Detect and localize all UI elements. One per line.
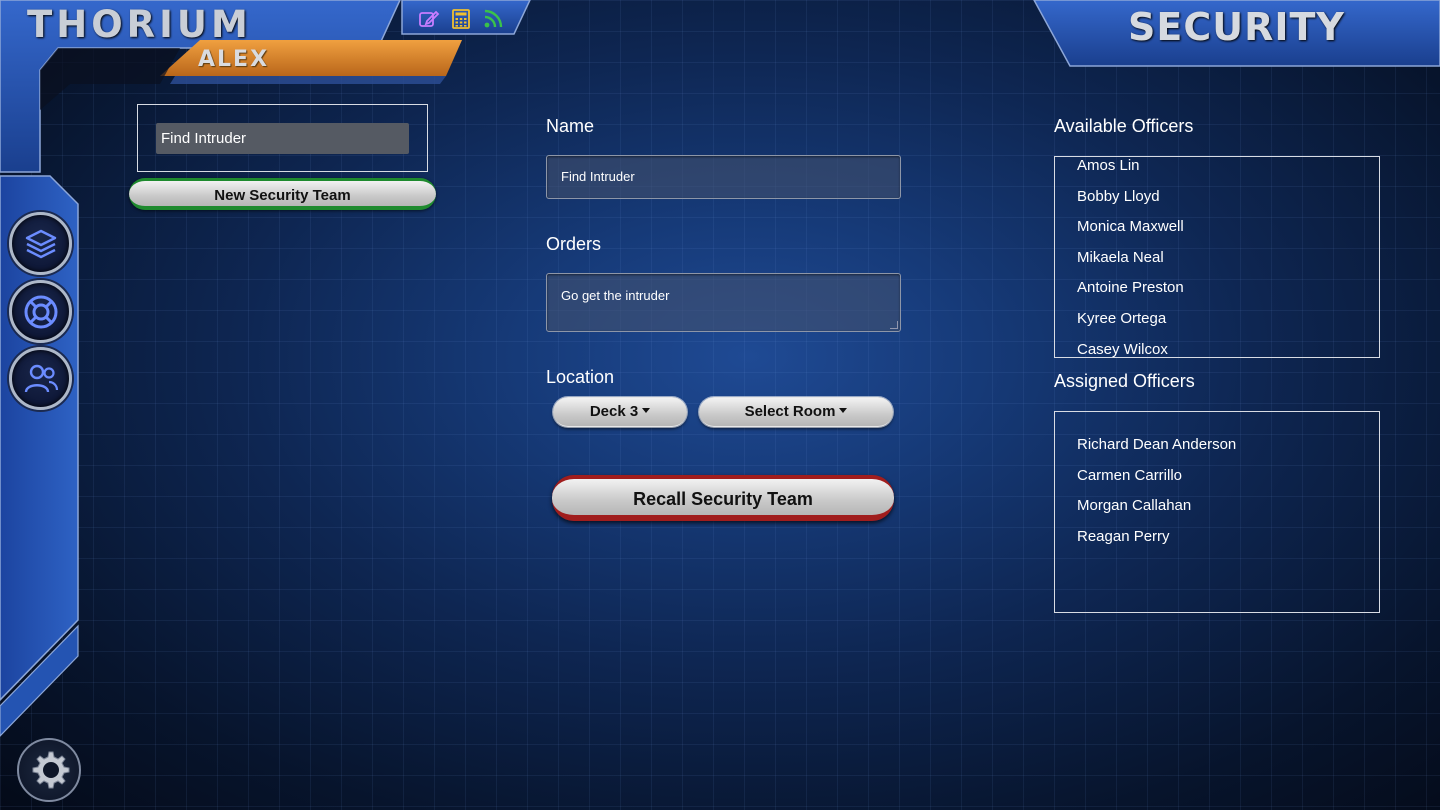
room-select-value: Select Room bbox=[744, 403, 836, 420]
assigned-officers-list[interactable]: Richard Dean Anderson Carmen Carrillo Mo… bbox=[1054, 411, 1380, 613]
officer-item[interactable]: Kyree Ortega bbox=[1077, 304, 1379, 335]
calculator-icon[interactable] bbox=[450, 8, 472, 30]
user-name: ALEX bbox=[198, 47, 270, 72]
orders-label: Orders bbox=[546, 234, 602, 254]
gear-icon bbox=[32, 751, 70, 789]
lifebuoy-icon bbox=[24, 295, 57, 328]
officer-item[interactable]: Carmen Carrillo bbox=[1077, 461, 1379, 492]
assigned-officers-title: Assigned Officers bbox=[1054, 371, 1195, 391]
officer-item[interactable]: Mikaela Neal bbox=[1077, 243, 1379, 274]
station-title: SECURITY bbox=[1128, 5, 1345, 49]
caret-down-icon bbox=[839, 408, 848, 413]
name-input[interactable]: Find Intruder bbox=[546, 155, 901, 199]
recall-security-team-button[interactable]: Recall Security Team bbox=[552, 475, 894, 521]
orders-text: Go get the intruder bbox=[561, 288, 670, 303]
deck-select[interactable]: Deck 3 bbox=[553, 397, 687, 427]
deck-select-value: Deck 3 bbox=[589, 403, 639, 420]
officer-item[interactable]: Monica Maxwell bbox=[1077, 212, 1379, 243]
settings-button[interactable] bbox=[17, 738, 81, 802]
layers-icon bbox=[25, 229, 56, 258]
resize-grip-icon[interactable] bbox=[890, 321, 898, 329]
rss-feed-icon[interactable] bbox=[482, 8, 504, 30]
officer-item[interactable]: Amos Lin bbox=[1077, 157, 1379, 182]
officer-item[interactable]: Richard Dean Anderson bbox=[1077, 430, 1379, 461]
security-team-list: Find Intruder bbox=[137, 104, 428, 172]
top-toolbar bbox=[418, 8, 504, 30]
officer-item[interactable]: Morgan Callahan bbox=[1077, 491, 1379, 522]
crew-nav-button[interactable] bbox=[9, 347, 72, 410]
available-officers-title: Available Officers bbox=[1054, 116, 1194, 136]
new-security-team-button[interactable]: New Security Team bbox=[129, 178, 436, 210]
lifebuoy-nav-button[interactable] bbox=[9, 280, 72, 343]
orders-textarea[interactable]: Go get the intruder bbox=[546, 273, 901, 332]
app-brand: THORIUM bbox=[27, 3, 252, 46]
available-officers-list[interactable]: Amos Lin Bobby Lloyd Monica Maxwell Mika… bbox=[1054, 156, 1380, 358]
team-item-selected[interactable]: Find Intruder bbox=[156, 123, 409, 154]
edit-icon[interactable] bbox=[418, 8, 440, 30]
officer-item[interactable]: Antoine Preston bbox=[1077, 273, 1379, 304]
caret-down-icon bbox=[642, 408, 651, 413]
officer-item[interactable]: Bobby Lloyd bbox=[1077, 182, 1379, 213]
room-select[interactable]: Select Room bbox=[699, 397, 893, 427]
officer-item[interactable]: Reagan Perry bbox=[1077, 522, 1379, 553]
layers-nav-button[interactable] bbox=[9, 212, 72, 275]
officer-item[interactable]: Casey Wilcox bbox=[1077, 335, 1379, 357]
location-label: Location bbox=[546, 367, 615, 387]
name-label: Name bbox=[546, 116, 595, 136]
crew-users-icon bbox=[24, 364, 58, 392]
